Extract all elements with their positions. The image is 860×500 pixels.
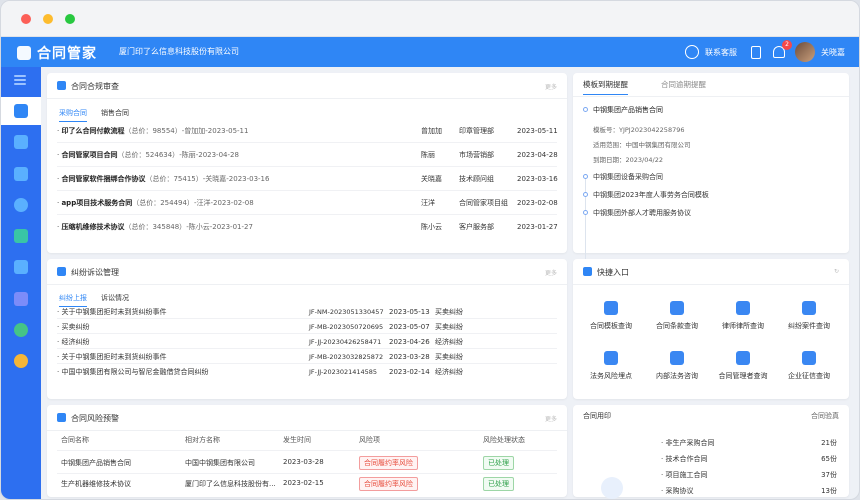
seal-list: · 非生产采购合同 21份 · 技术合作合同 65份 · 项目施工合同 37份 · 采… <box>661 435 837 499</box>
yen-icon[interactable] <box>14 198 28 212</box>
risk-tag: 合同履约率风险 <box>359 456 418 470</box>
app-window: 合同管家 厦门印了么信息科技股份有限公司 联系客服 2 关晓嘉 合同合规审查 更… <box>0 0 860 500</box>
quick-credit-query[interactable]: 企业征信查询 <box>775 351 843 381</box>
contract-icon[interactable] <box>14 167 28 181</box>
quick-manager-query[interactable]: 合同管理者查询 <box>709 351 777 381</box>
seal-panel: 合同用印 合同验真 · 非生产采购合同 21份 · 技术合作合同 65份 · 项目施… <box>573 405 849 499</box>
seal-avatar-icon <box>601 477 623 499</box>
template-icon <box>604 301 618 315</box>
chart-icon[interactable] <box>14 292 28 306</box>
dispute-icon <box>57 267 66 276</box>
seal-verify-link[interactable]: 合同验真 <box>811 411 839 421</box>
review-panel: 合同合规审查 更多 采购合同 销售合同 · 印了么合同付款流程（总价：98554… <box>47 73 567 253</box>
dispute-title: 纠纷诉讼管理 <box>71 268 119 277</box>
window-chrome <box>1 1 859 37</box>
board-icon[interactable] <box>14 229 28 243</box>
logo-icon <box>17 46 31 60</box>
table-row[interactable]: · 印了么合同付款流程（总价：98554）-曾加加-2023-05-11 曾加加… <box>57 119 558 143</box>
table-row[interactable]: · app项目技术服务合同（总价：254494）-汪洋-2023-02-08 汪… <box>57 191 558 215</box>
menu-icon[interactable] <box>14 79 26 81</box>
risk-panel-icon <box>57 413 66 422</box>
logo-text: 合同管家 <box>37 46 97 62</box>
list-icon <box>670 301 684 315</box>
reminder-first-title[interactable]: 中钢集团产品销售合同 <box>593 105 663 115</box>
quick-lawyer-query[interactable]: 律师律所查询 <box>709 301 777 331</box>
status-badge: 已处理 <box>483 477 514 491</box>
review-more-link[interactable]: 更多 <box>545 82 557 91</box>
tab-contract-overdue[interactable]: 合同逾期提醒 <box>661 79 706 90</box>
maximize-dot[interactable] <box>65 14 75 24</box>
seal-title: 合同用印 <box>583 412 611 420</box>
customer-service-link[interactable]: 联系客服 <box>705 47 737 58</box>
gear-icon[interactable] <box>14 354 28 368</box>
table-row[interactable]: · 关于中钢集团拒时未到货纠纷事件 JF-MB-2023032825872 2023… <box>57 350 557 364</box>
quick-template-query[interactable]: 合同模板查询 <box>577 301 645 331</box>
table-row[interactable]: · 买卖纠纷 JF-MB-2023050720695 2023-05-07 买卖纠纷 <box>57 320 557 334</box>
quick-title: 快捷入口 <box>597 268 629 277</box>
table-row[interactable]: · 中国中钢集团有限公司与智尼金融借贷合同纠纷 JF-JJ-20230214145… <box>57 365 557 379</box>
risk-panel: 合同风险预警 更多 合同名称 相对方名称 发生时间 风险项 风险处理状态 中钢集团产品销… <box>47 405 567 497</box>
quick-icon <box>583 267 592 276</box>
table-row[interactable]: · 压缩机维修技术协议（总价：345848）-陈小云-2023-01-27 陈小… <box>57 215 558 239</box>
notification-badge: 2 <box>782 40 792 50</box>
top-bar: 合同管家 厦门印了么信息科技股份有限公司 联系客服 2 关晓嘉 <box>1 37 859 67</box>
table-row[interactable]: 中钢集团产品销售合同 中国中钢集团有限公司 2023-03-28 合同履约率风险 已处理 <box>57 454 557 474</box>
reminder-item[interactable]: 中钢集团设备采购合同 <box>593 172 663 182</box>
table-row[interactable]: 生产机器维修技术协议 厦门印了么信息科技股份有... 2023-02-15 合同履约率… <box>57 475 557 495</box>
review-title: 合同合规审查 <box>71 82 119 91</box>
table-row[interactable]: · 关于中钢集团拒时未到货纠纷事件 JF-NM-2023051330457 2023… <box>57 305 557 319</box>
credit-icon <box>802 351 816 365</box>
minimize-dot[interactable] <box>43 14 53 24</box>
document-icon[interactable] <box>14 135 28 149</box>
consult-icon <box>670 351 684 365</box>
tab-template-expiry[interactable]: 模板到期提醒 <box>583 79 628 95</box>
list-item[interactable]: · 技术合作合同 65份 <box>661 451 837 467</box>
user-name[interactable]: 关晓嘉 <box>821 47 845 58</box>
risk-more-link[interactable]: 更多 <box>545 414 557 423</box>
refresh-icon[interactable]: ↻ <box>834 268 839 275</box>
quick-risk-point[interactable]: 法务风险埋点 <box>577 351 645 381</box>
reminder-number: 模板号：YJPJ2023042258796 <box>593 126 685 134</box>
folder-icon[interactable] <box>14 260 28 274</box>
home-icon[interactable] <box>14 104 28 118</box>
risk-icon <box>604 351 618 365</box>
table-row[interactable]: · 合同管家软件捆绑合作协议（总价：75415）-关晓嘉-2023-03-16 … <box>57 167 558 191</box>
list-item[interactable]: · 采购协议 13份 <box>661 483 837 499</box>
avatar[interactable] <box>795 42 815 62</box>
table-row[interactable]: · 经济纠纷 JF-JJ-2023042625847​1 2023-04-26 经济纠… <box>57 335 557 349</box>
clipboard-icon[interactable] <box>751 45 761 59</box>
company-name: 厦门印了么信息科技股份有限公司 <box>119 47 239 56</box>
reminder-scope: 适用范围：中国中钢集团有限公司 <box>593 141 691 149</box>
status-badge: 已处理 <box>483 456 514 470</box>
sidebar <box>1 67 41 499</box>
list-item[interactable]: · 项目施工合同 37份 <box>661 467 837 483</box>
case-icon <box>802 301 816 315</box>
risk-header: 合同名称 相对方名称 发生时间 风险项 风险处理状态 <box>57 435 557 451</box>
reminder-panel: 模板到期提醒 合同逾期提醒 中钢集团产品销售合同 模板号：YJPJ2023042… <box>573 73 849 289</box>
dispute-more-link[interactable]: 更多 <box>545 268 557 277</box>
quick-legal-consult[interactable]: 内部法务咨询 <box>643 351 711 381</box>
bell-icon[interactable]: 2 <box>773 40 792 58</box>
quick-dispute-query[interactable]: 纠纷案件查询 <box>775 301 843 331</box>
quick-clause-query[interactable]: 合同条款查询 <box>643 301 711 331</box>
headset-icon[interactable] <box>685 45 699 59</box>
quick-panel: 快捷入口 ↻ 合同模板查询 合同条款查询 律师律所查询 纠纷案件查询 法务风险埋… <box>573 259 849 399</box>
manager-icon <box>736 351 750 365</box>
close-dot[interactable] <box>21 14 31 24</box>
reminder-item[interactable]: 中钢集团2023年度人事劳务合同模板 <box>593 190 709 200</box>
table-row[interactable]: · 合同管家项目合同（总价：524634）-陈丽-2023-04-28 陈丽 市场… <box>57 143 558 167</box>
dispute-panel: 纠纷诉讼管理 更多 纠纷上报 诉讼情况 · 关于中钢集团拒时未到货纠纷事件 JF-… <box>47 259 567 399</box>
lawyer-icon <box>736 301 750 315</box>
risk-tag: 合同履约率风险 <box>359 477 418 491</box>
user-icon[interactable] <box>14 323 28 337</box>
review-icon <box>57 81 66 90</box>
logo[interactable]: 合同管家 <box>17 43 97 63</box>
risk-title: 合同风险预警 <box>71 414 119 423</box>
reminder-expiry: 到期日期：2023/04/22 <box>593 156 663 164</box>
reminder-item[interactable]: 中钢集团外部人才聘用服务协议 <box>593 208 691 218</box>
list-item[interactable]: · 非生产采购合同 21份 <box>661 435 837 451</box>
